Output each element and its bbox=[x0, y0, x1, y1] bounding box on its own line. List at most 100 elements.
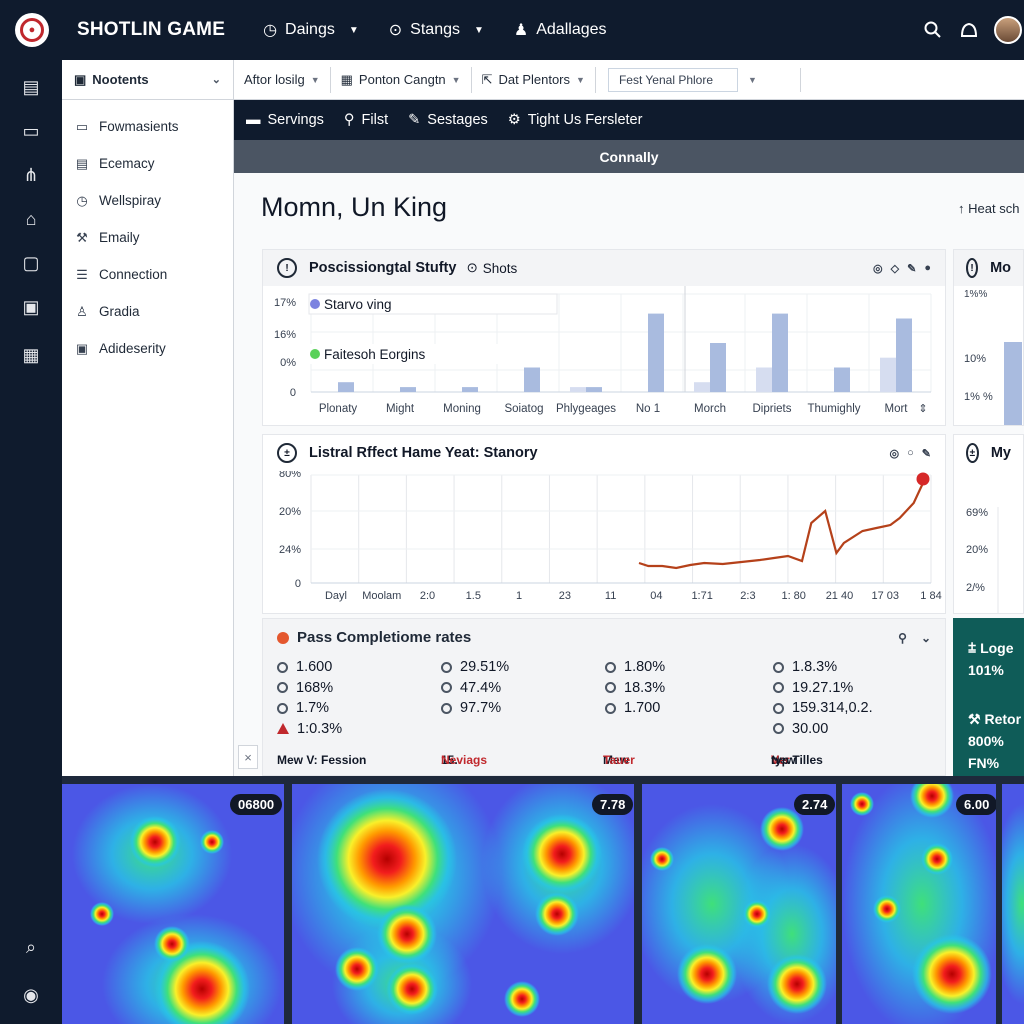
settings-icon[interactable]: ◎ bbox=[873, 262, 883, 275]
gear-icon: ⚙ bbox=[507, 112, 521, 128]
sidebar-header-label: Nootents bbox=[92, 72, 149, 87]
home-icon[interactable]: ⌂ bbox=[18, 206, 44, 232]
tablet-icon[interactable]: ▢ bbox=[18, 250, 44, 276]
heatmap-badge: 06800 bbox=[230, 794, 283, 815]
toolbar-button-label: Dat Plentors bbox=[498, 72, 571, 87]
close-icon[interactable]: × bbox=[238, 745, 258, 769]
pass-value: 159.314,0.2. bbox=[773, 698, 933, 719]
legend-swatch bbox=[310, 349, 320, 359]
sidebar-item-adideserity[interactable]: ▣ Adideserity bbox=[62, 330, 233, 367]
sidebar-item-fowmasients[interactable]: ▭ Fowmasients bbox=[62, 108, 233, 145]
link-icon: ⚲ bbox=[343, 112, 355, 128]
subnav-filst[interactable]: ⚲ Filst bbox=[344, 112, 388, 128]
pass-value-text: 159.314,0.2. bbox=[792, 700, 873, 717]
sidebar-item-connection[interactable]: ☰ Connection bbox=[62, 256, 233, 293]
notification-icon[interactable] bbox=[958, 19, 980, 41]
sidebar-item-wellspiray[interactable]: ◷ Wellspiray bbox=[62, 182, 233, 219]
folder-icon: ▭ bbox=[75, 118, 89, 134]
diamond-icon[interactable]: ◇ bbox=[891, 262, 899, 275]
topnav-label: Daings bbox=[285, 21, 335, 38]
legend-swatch bbox=[310, 299, 320, 309]
status-dot-icon bbox=[277, 631, 289, 644]
subnav-servings[interactable]: ▬ Servings bbox=[246, 112, 324, 128]
tick-label: 69% bbox=[966, 507, 988, 519]
subnav-sestages[interactable]: ✎ Sestages bbox=[408, 112, 488, 128]
heatmap bbox=[62, 784, 284, 1024]
sidebar-item-emaily[interactable]: ⚒ Emaily bbox=[62, 219, 233, 256]
grid-icon[interactable]: ▦ bbox=[18, 342, 44, 368]
apple-icon[interactable]: ● bbox=[924, 262, 931, 275]
edit-icon[interactable]: ✎ bbox=[907, 262, 916, 275]
x-tick-label: Mort bbox=[885, 403, 909, 415]
pass-value: 1.80% bbox=[605, 657, 765, 678]
subnav-label: Sestages bbox=[427, 112, 488, 128]
x-tick-label: Moolam bbox=[362, 590, 401, 602]
toolbar-button-ponton[interactable]: ▦ Ponton Cangtn ▼ bbox=[331, 66, 472, 93]
pass-value-text: 1:0.3% bbox=[297, 720, 343, 737]
topnav-item-adallages[interactable]: ♟ Adallages bbox=[514, 20, 607, 40]
network-icon[interactable]: ⋔ bbox=[18, 162, 44, 188]
bar-chart-card: ! Poscissiongtal Stufty ⊙ Shots ◎ ◇ ✎ ● 0… bbox=[262, 249, 946, 426]
subnav-tight[interactable]: ⚙ Tight Us Fersleter bbox=[508, 112, 643, 128]
heatmap-panel[interactable]: 7.78 bbox=[292, 784, 634, 1024]
edit-icon[interactable]: ✎ bbox=[922, 447, 931, 460]
topnav-item-stangs[interactable]: ⊙ Stangs ▼ bbox=[389, 20, 484, 40]
left-rail: ▤ ▭ ⋔ ⌂ ▢ ▣ ▦ ⌕ ◉ bbox=[0, 60, 62, 1024]
avatar[interactable] bbox=[994, 16, 1022, 44]
bar bbox=[834, 367, 850, 392]
panel-tools: ⚲ ⌄ bbox=[898, 631, 931, 645]
heat-link[interactable]: ↑ Heat sch bbox=[958, 201, 1019, 216]
teal-stat-panel: ⩲ Loge 101% ⚒ Retor 800% FN% bbox=[953, 618, 1024, 776]
bar bbox=[570, 387, 586, 392]
monitor-icon[interactable]: ▭ bbox=[18, 118, 44, 144]
sidebar-item-label: Emaily bbox=[99, 230, 140, 245]
pass-value: 97.7% bbox=[441, 698, 601, 719]
sidebar-item-ecemacy[interactable]: ▤ Ecemacy bbox=[62, 145, 233, 182]
settings-icon[interactable]: ◉ bbox=[18, 982, 44, 1008]
pass-value-text: 1.7% bbox=[296, 700, 330, 717]
panel-title: Pass Completiome rates bbox=[297, 629, 472, 646]
resize-icon: ⇕ bbox=[918, 403, 927, 415]
sidebar-header[interactable]: ▣ Nootents ⌄ bbox=[62, 60, 233, 100]
sidebar-item-label: Wellspiray bbox=[99, 193, 162, 208]
heatmap-panel[interactable]: 06800 bbox=[62, 784, 284, 1024]
app-logo[interactable]: ● bbox=[15, 13, 49, 47]
x-tick-label: 23 bbox=[559, 590, 571, 602]
card-subtitle: ⊙ Shots bbox=[466, 260, 517, 276]
sidebar-item-gradia[interactable]: ♙ Gradia bbox=[62, 293, 233, 330]
settings-icon[interactable]: ◎ bbox=[890, 447, 900, 460]
heatmap bbox=[842, 784, 996, 1024]
stat-value: 101% bbox=[968, 662, 1004, 678]
search-icon[interactable] bbox=[922, 19, 944, 41]
pass-value: 1.700 bbox=[605, 698, 765, 719]
toolbar-filter-input[interactable]: Fest Yenal Phlore bbox=[607, 67, 738, 92]
toolbar-button-aftor[interactable]: Aftor losilg ▼ bbox=[234, 66, 331, 93]
clipboard-icon[interactable]: ▤ bbox=[18, 74, 44, 100]
search-icon[interactable]: ⌕ bbox=[18, 934, 44, 960]
toolbar-button-label: Aftor losilg bbox=[244, 72, 305, 87]
sidebar-item-label: Fowmasients bbox=[99, 119, 179, 134]
heatmap-panel[interactable]: 6.00 bbox=[842, 784, 996, 1024]
chevron-down-icon[interactable]: ⌄ bbox=[921, 631, 931, 645]
heatmap-panel[interactable] bbox=[1002, 784, 1024, 1024]
toolbar: Aftor losilg ▼ ▦ Ponton Cangtn ▼ ⇱ Dat Plent… bbox=[234, 60, 1024, 100]
heatmap-panel[interactable]: 2.74 bbox=[642, 784, 836, 1024]
bar bbox=[896, 318, 912, 392]
pin-icon[interactable]: ⚲ bbox=[898, 631, 907, 645]
user-icon: ♟ bbox=[513, 22, 529, 39]
footer-link[interactable]: Mew V: Fession bbox=[277, 753, 366, 767]
card-title: Mo bbox=[990, 260, 1011, 276]
target-icon: ⊙ bbox=[466, 260, 478, 275]
display-icon[interactable]: ▣ bbox=[18, 294, 44, 320]
toolbar-button-label: Ponton Cangtn bbox=[358, 72, 446, 87]
toolbar-button-dat[interactable]: ⇱ Dat Plentors ▼ bbox=[472, 66, 596, 93]
sub-nav: ▬ Servings ⚲ Filst ✎ Sestages ⚙ Tight Us Fer… bbox=[234, 100, 1024, 140]
pass-value: 30.00 bbox=[773, 719, 933, 740]
pass-values: 1.600 168% 1.7% 1:0.3% 29.51% 47.4% 97.7… bbox=[277, 657, 937, 739]
pass-value: 1.600 bbox=[277, 657, 437, 678]
topnav-item-daings[interactable]: ◷ Daings ▼ bbox=[263, 20, 359, 40]
circle-icon[interactable]: ○ bbox=[907, 447, 914, 460]
caret-down-icon[interactable]: ▼ bbox=[748, 75, 757, 85]
info-icon: ! bbox=[277, 258, 297, 278]
pass-value-text: 30.00 bbox=[792, 720, 829, 737]
